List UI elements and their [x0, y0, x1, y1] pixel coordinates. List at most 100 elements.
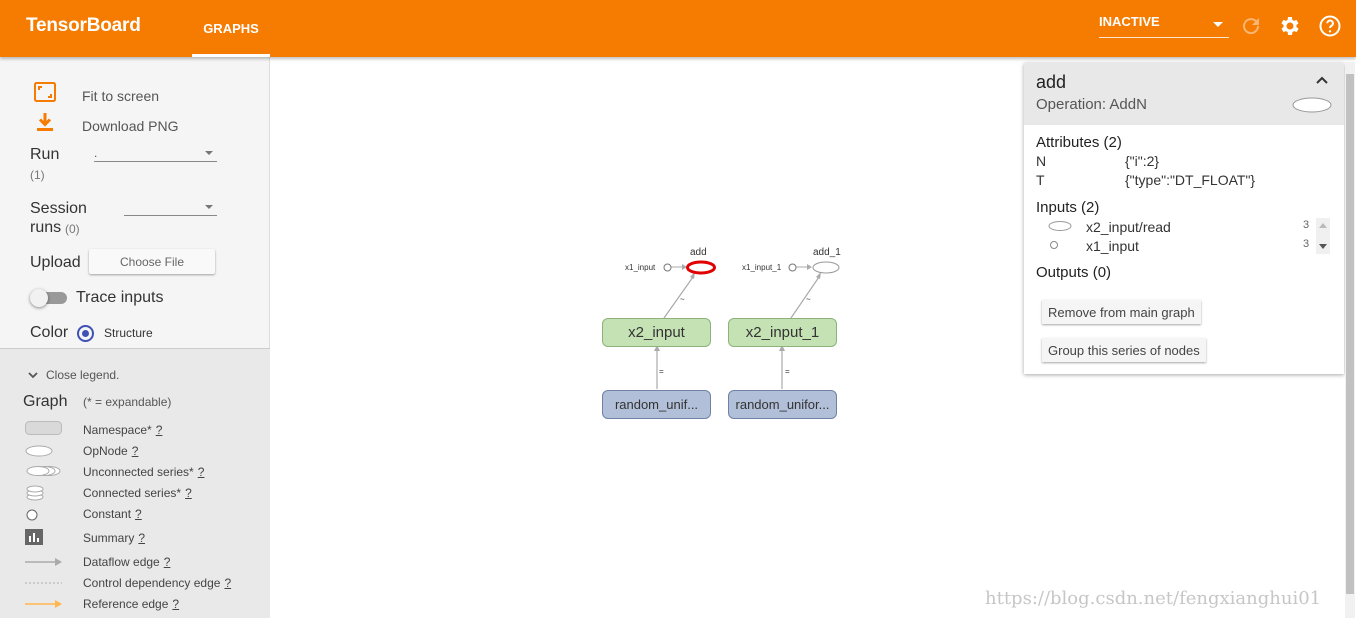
node-operation: Operation: AddN	[1036, 96, 1147, 113]
remove-from-main-graph-button[interactable]: Remove from main graph	[1042, 300, 1201, 324]
node-label-add: add	[690, 247, 707, 258]
legend-item: Reference edge?	[83, 597, 180, 611]
edge-label: =	[659, 367, 664, 376]
color-structure-label: Structure	[104, 326, 153, 340]
refresh-icon[interactable]	[1239, 14, 1263, 38]
trace-inputs-toggle[interactable]	[30, 289, 67, 307]
inputs-scrollbar[interactable]	[1316, 218, 1330, 254]
attribute-value: {"type":"DT_FLOAT"}	[1125, 172, 1256, 188]
namespace-node-random-uniform[interactable]: random_unif...	[602, 390, 711, 419]
help-link[interactable]: ?	[185, 486, 192, 500]
settings-icon[interactable]	[1278, 14, 1302, 38]
dataflow-edge-icon	[25, 558, 62, 566]
chevron-down-icon[interactable]	[27, 369, 39, 381]
legend-item: Dataflow edge?	[83, 555, 171, 569]
opnode-shape-icon	[1292, 97, 1332, 113]
help-link[interactable]: ?	[135, 507, 142, 521]
chevron-down-icon	[205, 205, 213, 209]
help-link[interactable]: ?	[132, 444, 139, 458]
legend-item: Summary?	[83, 531, 146, 545]
help-icon[interactable]	[1318, 14, 1342, 38]
attribute-value: {"i":2}	[1125, 153, 1160, 169]
node-info-card: add Operation: AddN Attributes (2) N {"i…	[1024, 63, 1344, 374]
help-link[interactable]: ?	[224, 576, 231, 590]
chevron-up-icon[interactable]	[1315, 75, 1329, 85]
help-link[interactable]: ?	[156, 423, 163, 437]
page-scrollbar[interactable]	[1345, 62, 1355, 618]
summary-icon	[25, 529, 43, 545]
tab-graphs[interactable]: GRAPHS	[192, 0, 270, 57]
node-title: add	[1036, 72, 1067, 92]
toggle-knob	[30, 289, 48, 307]
help-link[interactable]: ?	[164, 555, 171, 569]
chevron-down-icon	[205, 151, 213, 155]
unconnected-series-icon	[26, 466, 61, 476]
session-runs-dropdown[interactable]	[124, 200, 217, 216]
graph-controls-panel: Fit to screen Download PNG Run (1) . Ses…	[0, 57, 270, 348]
chevron-down-icon	[1213, 22, 1223, 27]
scrollbar-thumb[interactable]	[1346, 74, 1354, 594]
input-count: 3	[1303, 238, 1310, 250]
session-runs-label: Session	[30, 200, 87, 217]
run-dropdown-value: .	[94, 146, 98, 160]
input-count: 3	[1303, 219, 1310, 231]
legend-item: Connected series*?	[83, 486, 192, 500]
namespace-node-x2-input[interactable]: x2_input	[602, 318, 711, 347]
color-label: Color	[30, 324, 69, 341]
constant-icon	[26, 509, 38, 521]
node-label-x1-input: x1_input	[625, 263, 656, 272]
help-link[interactable]: ?	[198, 465, 205, 479]
graph-legend: Close legend. Graph (* = expandable) Nam…	[0, 348, 270, 618]
download-icon[interactable]	[33, 110, 57, 134]
card-header: add Operation: AddN	[1024, 63, 1344, 125]
choose-file-button[interactable]: Choose File	[89, 249, 215, 274]
connected-series-icon	[26, 485, 44, 501]
fit-screen-icon[interactable]	[33, 80, 57, 104]
opnode-add-1[interactable]	[810, 260, 842, 275]
download-png-button[interactable]: Download PNG	[82, 118, 179, 134]
node-label-x1-input-1: x1_input_1	[742, 263, 782, 272]
run-label: Run	[30, 146, 60, 163]
constant-node-x1-input-1[interactable]	[788, 263, 797, 272]
scroll-down-icon[interactable]	[1319, 244, 1327, 250]
attribute-key: N	[1036, 153, 1047, 169]
input-name[interactable]: x2_input/read	[1086, 219, 1171, 235]
constant-node-x1-input[interactable]	[663, 263, 672, 272]
edge-label: =	[785, 367, 790, 376]
legend-title: Graph	[23, 393, 68, 410]
edge-label: ~	[680, 295, 685, 304]
help-link[interactable]: ?	[172, 597, 179, 611]
legend-subtitle: (* = expandable)	[83, 395, 172, 409]
legend-item: Namespace*?	[83, 423, 163, 437]
tab-active-indicator	[192, 54, 270, 57]
node-label-add-1: add_1	[813, 247, 841, 258]
legend-item: OpNode?	[83, 444, 139, 458]
outputs-header: Outputs (0)	[1036, 264, 1112, 281]
close-legend-button[interactable]: Close legend.	[46, 368, 119, 382]
edge-label: ~	[806, 295, 811, 304]
group-series-button[interactable]: Group this series of nodes	[1042, 338, 1206, 362]
app-title: TensorBoard	[26, 15, 141, 36]
opnode-icon	[1048, 221, 1072, 231]
control-dependency-edge-icon	[25, 582, 62, 584]
legend-item: Unconnected series*?	[83, 465, 205, 479]
legend-item: Constant?	[83, 507, 142, 521]
inputs-header: Inputs (2)	[1036, 199, 1100, 216]
trace-inputs-label: Trace inputs	[76, 289, 164, 306]
help-link[interactable]: ?	[138, 531, 145, 545]
reference-edge-icon	[25, 600, 62, 608]
constant-icon	[1050, 241, 1058, 249]
run-dropdown[interactable]: .	[94, 146, 217, 162]
opnode-icon	[25, 445, 53, 457]
scroll-up-icon[interactable]	[1319, 222, 1327, 228]
namespace-node-x2-input-1[interactable]: x2_input_1	[728, 318, 837, 347]
fit-to-screen-button[interactable]: Fit to screen	[82, 88, 159, 104]
namespace-icon	[25, 421, 62, 435]
opnode-add-selected[interactable]	[685, 260, 717, 275]
run-selector[interactable]: INACTIVE	[1099, 14, 1229, 38]
namespace-node-random-uniform-1[interactable]: random_unifor...	[728, 390, 837, 419]
session-runs-count: (0)	[65, 222, 80, 236]
color-structure-radio[interactable]	[77, 325, 94, 342]
legend-item: Control dependency edge?	[83, 576, 232, 590]
input-name[interactable]: x1_input	[1086, 238, 1139, 254]
